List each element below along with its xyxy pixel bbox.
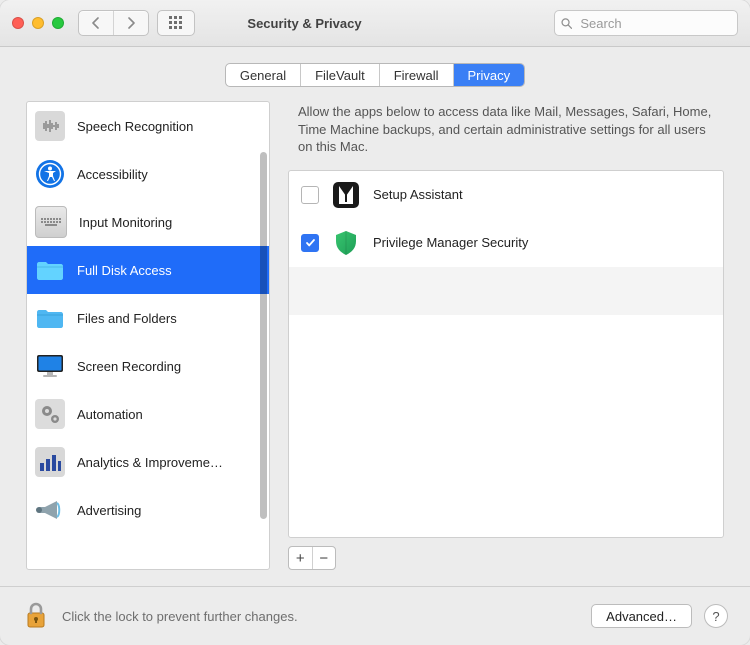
sidebar-scrollbar[interactable]: [260, 152, 267, 519]
zoom-window-button[interactable]: [52, 17, 64, 29]
tab-general[interactable]: General: [226, 64, 301, 86]
app-row-empty: [289, 315, 723, 363]
lock-text: Click the lock to prevent further change…: [62, 609, 579, 624]
tab-filevault[interactable]: FileVault: [301, 64, 380, 86]
app-label: Setup Assistant: [373, 187, 463, 202]
help-button[interactable]: ?: [704, 604, 728, 628]
keyboard-icon: [35, 206, 67, 238]
close-window-button[interactable]: [12, 17, 24, 29]
forward-button[interactable]: [114, 11, 148, 35]
app-row-empty: [289, 267, 723, 315]
sidebar-item-label: Files and Folders: [77, 311, 177, 326]
chevron-right-icon: [126, 17, 136, 29]
search-input[interactable]: [578, 15, 731, 32]
folder-icon: [35, 255, 65, 285]
search-icon: [561, 17, 572, 30]
advanced-button[interactable]: Advanced…: [591, 604, 692, 628]
accessibility-icon: [35, 159, 65, 189]
tuxedo-icon: [331, 180, 361, 210]
titlebar: Security & Privacy: [0, 0, 750, 47]
back-button[interactable]: [79, 11, 114, 35]
sidebar-item-speech[interactable]: Speech Recognition: [27, 102, 269, 150]
app-checkbox[interactable]: [301, 186, 319, 204]
add-remove-controls: + −: [288, 546, 336, 570]
sidebar-item-label: Input Monitoring: [79, 215, 172, 230]
sidebar-item-label: Automation: [77, 407, 143, 422]
add-app-button[interactable]: +: [289, 547, 313, 569]
minimize-window-button[interactable]: [32, 17, 44, 29]
description-text: Allow the apps below to access data like…: [288, 101, 724, 170]
app-checkbox[interactable]: [301, 234, 319, 252]
megaphone-icon: [35, 495, 65, 525]
nav-back-forward: [78, 10, 149, 36]
folder-icon: [35, 303, 65, 333]
chevron-left-icon: [91, 17, 101, 29]
sidebar-item-advertising[interactable]: Advertising: [27, 486, 269, 534]
security-privacy-window: Security & Privacy General FileVault Fir…: [0, 0, 750, 645]
sidebar-item-screen-recording[interactable]: Screen Recording: [27, 342, 269, 390]
grid-icon: [169, 16, 183, 30]
sidebar-item-files-folders[interactable]: Files and Folders: [27, 294, 269, 342]
footer: Click the lock to prevent further change…: [0, 586, 750, 645]
shield-icon: [331, 228, 361, 258]
lock-icon[interactable]: [22, 600, 50, 633]
detail-pane: Allow the apps below to access data like…: [288, 101, 724, 570]
show-all-button[interactable]: [157, 10, 195, 36]
sidebar-item-label: Screen Recording: [77, 359, 181, 374]
content: Speech Recognition Accessibility Input M…: [0, 101, 750, 586]
sidebar-item-label: Speech Recognition: [77, 119, 193, 134]
sidebar-item-automation[interactable]: Automation: [27, 390, 269, 438]
tab-privacy[interactable]: Privacy: [454, 64, 525, 86]
remove-app-button[interactable]: −: [313, 547, 336, 569]
sidebar-item-label: Full Disk Access: [77, 263, 172, 278]
tab-firewall[interactable]: Firewall: [380, 64, 454, 86]
search-field[interactable]: [554, 10, 738, 36]
gears-icon: [35, 399, 65, 429]
sidebar-item-input-monitoring[interactable]: Input Monitoring: [27, 198, 269, 246]
sidebar-item-label: Advertising: [77, 503, 141, 518]
app-list: Setup Assistant Privilege Manager Securi…: [288, 170, 724, 538]
bar-chart-icon: [35, 447, 65, 477]
window-controls: [12, 17, 64, 29]
privacy-category-sidebar: Speech Recognition Accessibility Input M…: [26, 101, 270, 570]
waveform-icon: [35, 111, 65, 141]
sidebar-item-label: Accessibility: [77, 167, 148, 182]
sidebar-item-analytics[interactable]: Analytics & Improveme…: [27, 438, 269, 486]
sidebar-item-accessibility[interactable]: Accessibility: [27, 150, 269, 198]
tabs: General FileVault Firewall Privacy: [225, 63, 525, 87]
sidebar-item-label: Analytics & Improveme…: [77, 455, 223, 470]
sidebar-item-full-disk-access[interactable]: Full Disk Access: [27, 246, 269, 294]
display-icon: [35, 351, 65, 381]
check-icon: [305, 237, 316, 248]
app-row-privilege-manager[interactable]: Privilege Manager Security: [289, 219, 723, 267]
app-row-setup-assistant[interactable]: Setup Assistant: [289, 171, 723, 219]
app-label: Privilege Manager Security: [373, 235, 528, 250]
tab-row: General FileVault Firewall Privacy: [0, 47, 750, 101]
